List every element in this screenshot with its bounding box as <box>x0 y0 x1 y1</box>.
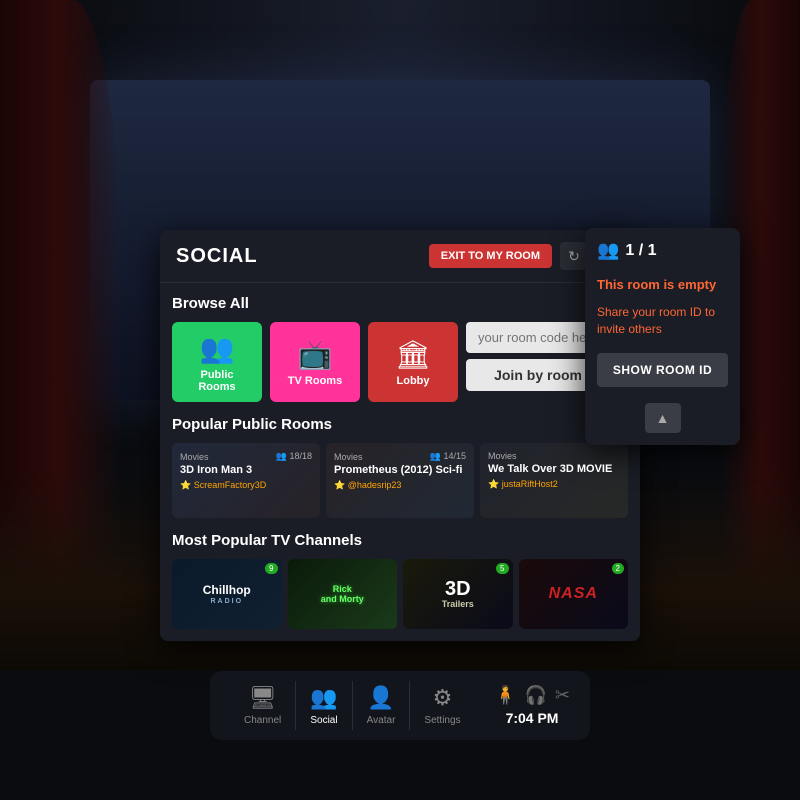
nasa-badge: 2 <box>612 563 624 574</box>
empty-room-text: This room is empty <box>597 277 728 294</box>
users-icon: 👥 <box>597 240 619 261</box>
social-body: Browse All 👥 Public Rooms 📺 TV Rooms 🏛 L… <box>160 283 640 641</box>
time-display: 7:04 PM <box>506 710 559 726</box>
lobby-label: Lobby <box>397 375 430 387</box>
status-area: 🧍 🎧 ✂ 7:04 PM <box>480 685 570 726</box>
rooms-grid: Movies 👥 18/18 3D Iron Man 3 ⭐ ScreamFac… <box>172 443 628 518</box>
right-panel: 👥 1 / 1 This room is empty Share your ro… <box>585 228 740 445</box>
tv-card-rick-morty[interactable]: Rickand Morty <box>288 559 398 629</box>
room-name: We Talk Over 3D MOVIE <box>488 463 620 475</box>
browse-grid: 👥 Public Rooms 📺 TV Rooms 🏛 Lobby Join b… <box>172 322 628 402</box>
room-name: Prometheus (2012) Sci-fi <box>334 464 466 476</box>
room-user-count: 👥 18/18 <box>276 451 312 462</box>
social-icon: 👥 <box>310 685 337 711</box>
room-category: Movies 👥 18/18 <box>180 451 312 462</box>
room-category: Movies 👥 14/15 <box>334 451 466 462</box>
nasa-label: NASA <box>549 585 598 603</box>
public-rooms-icon: 👥 <box>200 332 235 365</box>
nav-item-channel[interactable]: 🖥 Channel <box>230 681 296 730</box>
social-title: SOCIAL <box>176 245 258 268</box>
rick-morty-label: Rickand Morty <box>321 584 364 604</box>
social-panel: SOCIAL EXIT TO MY ROOM ↻ — Browse All 👥 … <box>160 230 640 641</box>
room-host: ⭐ ScreamFactory3D <box>180 480 312 491</box>
tv-channels-grid: 9 Chillhop RADIO Rickand Morty 5 3D Trai… <box>172 559 628 629</box>
room-card-talk-over[interactable]: Movies We Talk Over 3D MOVIE ⭐ justaRift… <box>480 443 628 518</box>
room-host: ⭐ @hadesrip23 <box>334 480 466 491</box>
room-card-prometheus[interactable]: Movies 👥 14/15 Prometheus (2012) Sci-fi … <box>326 443 474 518</box>
trailers-label: 3D Trailers <box>442 579 474 609</box>
nav-items: 🖥 Channel 👥 Social 👤 Avatar ⚙ Settings <box>230 681 480 730</box>
social-label: Social <box>310 715 337 726</box>
room-card-content: Movies 👥 14/15 Prometheus (2012) Sci-fi … <box>334 451 466 491</box>
nav-item-social[interactable]: 👥 Social <box>296 681 352 730</box>
settings-label: Settings <box>424 715 460 726</box>
tv-channels-title: Most Popular TV Channels <box>172 532 628 549</box>
users-count: 1 / 1 <box>625 242 656 260</box>
tv-card-trailers[interactable]: 5 3D Trailers <box>403 559 513 629</box>
nav-item-avatar[interactable]: 👤 Avatar <box>353 681 411 730</box>
room-name: 3D Iron Man 3 <box>180 464 312 476</box>
tv-card-chillhop[interactable]: 9 Chillhop RADIO <box>172 559 282 629</box>
room-user-count: 👥 14/15 <box>430 451 466 462</box>
lobby-card[interactable]: 🏛 Lobby <box>368 322 458 402</box>
chillhop-badge: 9 <box>265 563 277 574</box>
status-icons: 🧍 🎧 ✂ <box>494 685 570 706</box>
camera-status-icon: ✂ <box>555 685 570 706</box>
refresh-button[interactable]: ↻ <box>560 242 588 270</box>
room-card-iron-man[interactable]: Movies 👥 18/18 3D Iron Man 3 ⭐ ScreamFac… <box>172 443 320 518</box>
exit-to-my-room-button[interactable]: EXIT TO MY ROOM <box>429 244 552 268</box>
room-host: ⭐ justaRiftHost2 <box>488 479 620 490</box>
trailers-badge: 5 <box>496 563 508 574</box>
browse-all-title: Browse All <box>172 295 628 312</box>
tv-rooms-card[interactable]: 📺 TV Rooms <box>270 322 360 402</box>
social-header: SOCIAL EXIT TO MY ROOM ↻ — <box>160 230 640 283</box>
room-card-content: Movies 👥 18/18 3D Iron Man 3 ⭐ ScreamFac… <box>180 451 312 491</box>
nav-item-settings[interactable]: ⚙ Settings <box>410 681 474 730</box>
channel-icon: 🖥 <box>249 685 277 711</box>
share-text: Share your room ID to invite others <box>597 304 728 338</box>
popular-public-rooms-title: Popular Public Rooms <box>172 416 628 433</box>
chillhop-label: Chillhop RADIO <box>203 583 251 604</box>
public-rooms-card[interactable]: 👥 Public Rooms <box>172 322 262 402</box>
tv-card-nasa[interactable]: 2 NASA <box>519 559 629 629</box>
lobby-icon: 🏛 <box>395 338 431 371</box>
bottom-nav-bar: 🖥 Channel 👥 Social 👤 Avatar ⚙ Settings 🧍… <box>210 671 590 740</box>
room-card-content: Movies We Talk Over 3D MOVIE ⭐ justaRift… <box>488 451 620 490</box>
tv-rooms-label: TV Rooms <box>288 375 342 387</box>
users-indicator: 👥 1 / 1 <box>597 240 728 261</box>
settings-icon: ⚙ <box>433 685 453 711</box>
avatar-icon: 👤 <box>367 685 394 711</box>
public-rooms-label: Public Rooms <box>182 369 252 393</box>
show-room-id-button[interactable]: SHOW ROOM ID <box>597 353 728 387</box>
scroll-up-button[interactable]: ▲ <box>645 403 681 433</box>
tv-rooms-icon: 📺 <box>298 338 333 371</box>
mic-status-icon: 🎧 <box>524 685 546 706</box>
channel-label: Channel <box>244 715 281 726</box>
room-category: Movies <box>488 451 620 461</box>
user-status-icon: 🧍 <box>494 685 516 706</box>
avatar-label: Avatar <box>367 715 396 726</box>
